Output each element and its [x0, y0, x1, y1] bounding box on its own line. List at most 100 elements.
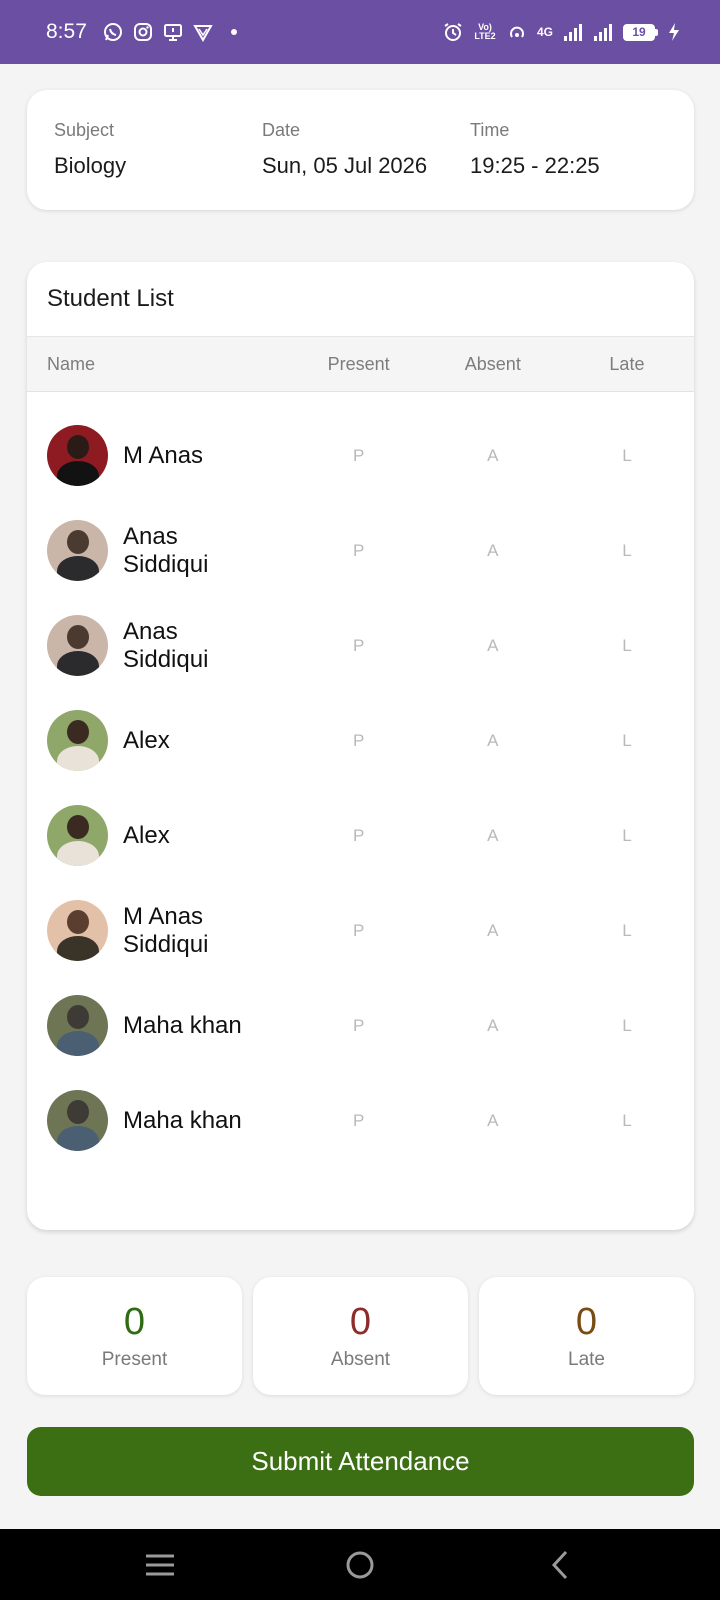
- date-label: Date: [262, 120, 301, 140]
- late-button[interactable]: L: [560, 636, 694, 656]
- screen-icon: [163, 22, 183, 42]
- status-left: 8:57: [46, 20, 237, 44]
- late-button[interactable]: L: [560, 921, 694, 941]
- status-time: 8:57: [46, 20, 87, 43]
- shield-icon: [193, 22, 213, 42]
- present-button[interactable]: P: [292, 1111, 426, 1131]
- subject-value: Biology: [54, 153, 127, 178]
- battery-level: 19: [623, 23, 655, 41]
- home-icon[interactable]: [325, 1540, 395, 1590]
- present-button[interactable]: P: [292, 446, 426, 466]
- subject-column: Subject Biology: [54, 120, 262, 210]
- whatsapp-icon: [103, 22, 123, 42]
- back-icon[interactable]: [525, 1540, 595, 1590]
- network-type: 4G: [536, 25, 553, 39]
- avatar: [47, 995, 108, 1056]
- absent-button[interactable]: A: [426, 731, 560, 751]
- student-row: Anas Siddiqui P A L: [27, 503, 694, 598]
- column-header-name: Name: [47, 353, 96, 374]
- status-bar: 8:57 Vo) LTE2 4G 19: [0, 0, 720, 64]
- student-name: Anas Siddiqui: [123, 522, 209, 578]
- column-header-present: Present: [327, 353, 390, 374]
- student-list-title: Student List: [27, 262, 694, 337]
- dot-icon: [230, 29, 237, 35]
- present-button[interactable]: P: [292, 921, 426, 941]
- late-button[interactable]: L: [560, 1016, 694, 1036]
- present-button[interactable]: P: [292, 1016, 426, 1036]
- student-row: Maha khan P A L: [27, 978, 694, 1073]
- absent-button[interactable]: A: [426, 1016, 560, 1036]
- student-name: M Anas: [123, 441, 204, 469]
- student-name: Anas Siddiqui: [123, 617, 209, 673]
- late-button[interactable]: L: [560, 541, 694, 561]
- absent-button[interactable]: A: [426, 826, 560, 846]
- late-button[interactable]: L: [560, 1111, 694, 1131]
- absent-button[interactable]: A: [426, 446, 560, 466]
- present-summary-label: Present: [101, 1349, 168, 1370]
- present-button[interactable]: P: [292, 826, 426, 846]
- late-button[interactable]: L: [560, 731, 694, 751]
- late-summary-card: 0 Late: [479, 1277, 694, 1395]
- volte-icon: Vo) LTE2: [474, 22, 496, 41]
- avatar: [47, 805, 108, 866]
- late-button[interactable]: L: [560, 826, 694, 846]
- avatar: [47, 520, 108, 581]
- student-row: M Anas Siddiqui P A L: [27, 883, 694, 978]
- absent-count: 0: [349, 1301, 372, 1343]
- instagram-icon: [133, 22, 153, 42]
- absent-summary-card: 0 Absent: [253, 1277, 468, 1395]
- student-row: Anas Siddiqui P A L: [27, 598, 694, 693]
- student-info: M Anas Siddiqui: [47, 900, 292, 961]
- signal-icon: [563, 23, 583, 41]
- present-button[interactable]: P: [292, 541, 426, 561]
- student-info: Anas Siddiqui: [47, 520, 292, 581]
- late-count: 0: [575, 1301, 598, 1343]
- submit-attendance-button[interactable]: Submit Attendance: [27, 1427, 694, 1496]
- date-value: Sun, 05 Jul 2026: [262, 153, 428, 178]
- student-info: Anas Siddiqui: [47, 615, 292, 676]
- student-name: M Anas Siddiqui: [123, 902, 209, 958]
- late-button[interactable]: L: [560, 446, 694, 466]
- battery-icon: 19: [623, 23, 658, 41]
- student-name: Maha khan: [123, 1106, 242, 1134]
- absent-button[interactable]: A: [426, 541, 560, 561]
- time-column: Time 19:25 - 22:25: [470, 120, 678, 210]
- student-list-card: Student List Name Present Absent Late M …: [27, 262, 694, 1230]
- navigation-bar: [0, 1529, 720, 1600]
- time-label: Time: [470, 120, 510, 140]
- menu-icon[interactable]: [125, 1540, 195, 1590]
- student-info: Maha khan: [47, 1090, 292, 1151]
- date-column: Date Sun, 05 Jul 2026: [262, 120, 470, 210]
- attendance-summary: 0 Present 0 Absent 0 Late: [27, 1277, 694, 1395]
- status-right: Vo) LTE2 4G 19: [443, 22, 680, 42]
- column-header-late: Late: [609, 353, 645, 374]
- subject-label: Subject: [54, 120, 115, 140]
- student-info: M Anas: [47, 425, 292, 486]
- avatar: [47, 1090, 108, 1151]
- student-name: Alex: [123, 726, 170, 754]
- absent-summary-label: Absent: [330, 1349, 391, 1370]
- present-button[interactable]: P: [292, 636, 426, 656]
- present-summary-card: 0 Present: [27, 1277, 242, 1395]
- absent-button[interactable]: A: [426, 1111, 560, 1131]
- absent-button[interactable]: A: [426, 636, 560, 656]
- late-summary-label: Late: [568, 1349, 605, 1370]
- student-list-header: Name Present Absent Late: [27, 337, 694, 392]
- student-info: Alex: [47, 710, 292, 771]
- present-count: 0: [123, 1301, 146, 1343]
- student-row: M Anas P A L: [27, 408, 694, 503]
- absent-button[interactable]: A: [426, 921, 560, 941]
- hotspot-icon: [507, 22, 527, 42]
- time-value: 19:25 - 22:25: [470, 153, 600, 178]
- avatar: [47, 615, 108, 676]
- student-name: Alex: [123, 821, 170, 849]
- avatar: [47, 425, 108, 486]
- column-header-absent: Absent: [464, 353, 521, 374]
- student-info: Alex: [47, 805, 292, 866]
- avatar: [47, 710, 108, 771]
- student-rows: M Anas P A L Anas Siddiqui P A L Anas Si: [27, 392, 694, 1168]
- avatar: [47, 900, 108, 961]
- student-info: Maha khan: [47, 995, 292, 1056]
- student-name: Maha khan: [123, 1011, 242, 1039]
- present-button[interactable]: P: [292, 731, 426, 751]
